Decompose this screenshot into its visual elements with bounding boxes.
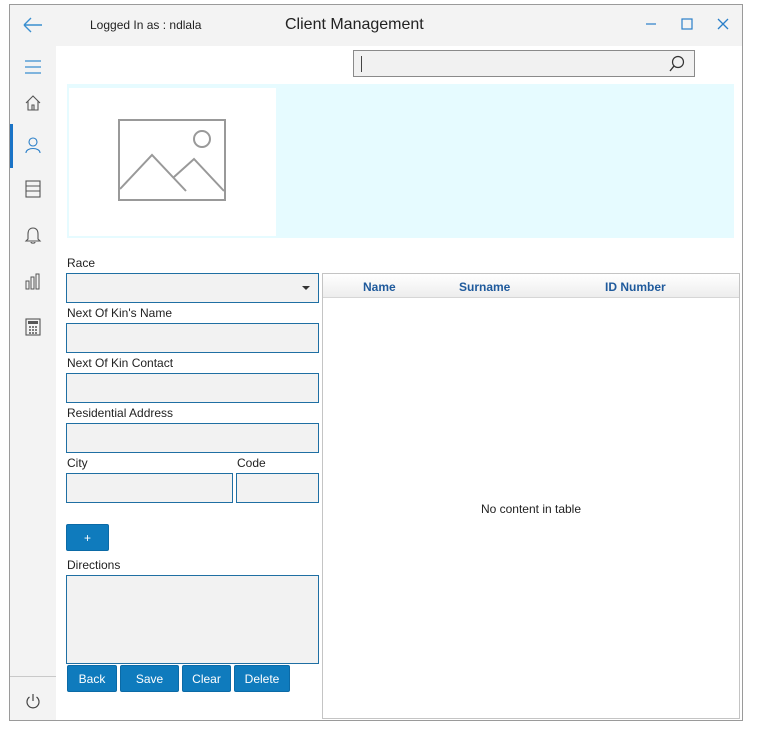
list-icon [25, 180, 41, 198]
close-button[interactable] [712, 13, 734, 35]
table-empty-message: No content in table [480, 502, 582, 516]
race-label: Race [67, 256, 96, 270]
title-bar: Logged In as : ndlala Client Management [10, 5, 742, 46]
city-field[interactable] [66, 473, 233, 503]
user-icon [25, 137, 41, 154]
directions-textarea[interactable] [66, 575, 319, 664]
kin-contact-label: Next Of Kin Contact [67, 356, 174, 370]
hamburger-icon [25, 60, 41, 74]
city-label: City [67, 456, 88, 470]
delete-button[interactable]: Delete [234, 665, 290, 692]
minimize-icon [646, 23, 656, 25]
bar-chart-icon [25, 273, 40, 290]
save-button[interactable]: Save [120, 665, 179, 692]
profile-banner [67, 84, 734, 238]
clients-table[interactable]: Name Surname ID Number No content in tab… [322, 273, 740, 719]
page-title: Client Management [285, 16, 424, 33]
sidebar-divider [10, 676, 56, 677]
clear-button[interactable]: Clear [182, 665, 231, 692]
text-caret [361, 56, 362, 72]
app-window: Logged In as : ndlala Client Management [9, 4, 743, 721]
column-header-surname[interactable]: Surname [459, 280, 510, 294]
back-button[interactable]: Back [67, 665, 117, 692]
address-label: Residential Address [67, 406, 174, 420]
sidebar-item-reports[interactable] [10, 260, 56, 304]
code-field[interactable] [236, 473, 319, 503]
kin-contact-field[interactable] [66, 373, 319, 403]
logged-in-label: Logged In as : ndlala [90, 18, 202, 32]
close-icon [717, 18, 729, 30]
bell-icon [24, 227, 42, 244]
kin-name-label: Next Of Kin's Name [67, 306, 172, 320]
calculator-icon [25, 318, 41, 336]
maximize-button[interactable] [676, 13, 698, 35]
add-button[interactable]: + [66, 524, 109, 551]
back-arrow-button[interactable] [20, 13, 46, 37]
chevron-down-icon [302, 286, 310, 290]
minimize-button[interactable] [640, 13, 662, 35]
column-header-id-number[interactable]: ID Number [605, 280, 666, 294]
sidebar-item-calculator[interactable] [10, 306, 56, 350]
address-field[interactable] [66, 423, 319, 453]
back-arrow-icon [23, 17, 42, 33]
search-input[interactable] [353, 50, 695, 77]
kin-name-field[interactable] [66, 323, 319, 353]
column-header-name[interactable]: Name [363, 280, 396, 294]
directions-label: Directions [67, 558, 121, 572]
code-label: Code [237, 456, 266, 470]
power-icon [26, 694, 40, 709]
sidebar [10, 46, 56, 720]
maximize-icon [681, 18, 693, 30]
table-header: Name Surname ID Number [323, 274, 739, 298]
sidebar-item-home[interactable] [10, 82, 56, 126]
sidebar-item-power[interactable] [10, 680, 56, 720]
sidebar-item-list[interactable] [10, 168, 56, 212]
sidebar-item-notifications[interactable] [10, 214, 56, 258]
image-placeholder-icon [118, 119, 226, 201]
search-icon[interactable] [668, 55, 686, 73]
home-icon [25, 95, 41, 111]
race-dropdown[interactable] [66, 273, 319, 303]
sidebar-item-clients[interactable] [10, 124, 56, 168]
profile-image-placeholder[interactable] [69, 88, 276, 236]
